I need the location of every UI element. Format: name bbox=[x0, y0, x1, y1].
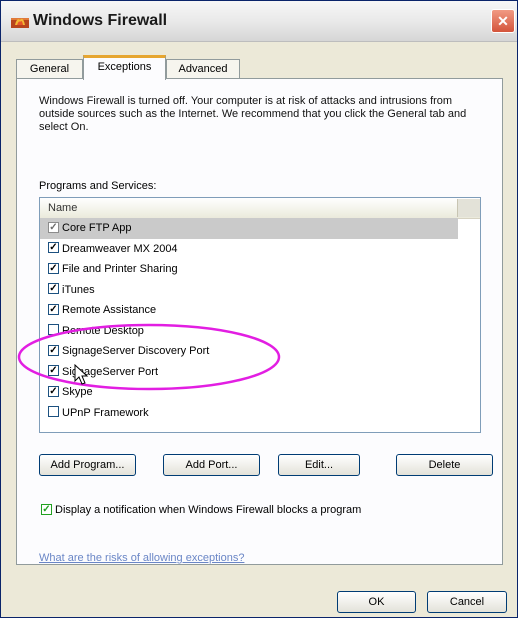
item-label: Remote Assistance bbox=[62, 304, 157, 317]
item-checkbox[interactable]: ✓ bbox=[48, 344, 59, 356]
list-rows: ✓ Core FTP App ✓ Dreamweaver MX 2004 ✓ File a… bbox=[40, 218, 480, 423]
close-button[interactable]: ✕ bbox=[491, 9, 515, 33]
windows-firewall-dialog: Windows Firewall ✕ General Exceptions Ad… bbox=[0, 0, 518, 618]
window-title: Windows Firewall bbox=[33, 12, 168, 29]
notify-label: Display a notification when Windows Fire… bbox=[55, 504, 362, 516]
close-icon: ✕ bbox=[497, 13, 509, 29]
item-label: Core FTP App bbox=[62, 222, 132, 235]
item-checkbox[interactable]: ✓ bbox=[48, 385, 59, 397]
list-item[interactable]: ✓ SignageServer Port bbox=[40, 362, 480, 383]
list-action-buttons: Add Program... Add Port... Edit... Delet… bbox=[39, 454, 493, 476]
list-item[interactable]: ✓ Dreamweaver MX 2004 bbox=[40, 239, 480, 260]
header-spacer bbox=[457, 199, 480, 217]
exceptions-panel: Windows Firewall is turned off. Your com… bbox=[16, 78, 503, 565]
notify-checkbox[interactable]: ✓ bbox=[41, 503, 52, 515]
item-label: Skype bbox=[62, 386, 93, 399]
programs-list[interactable]: Name ✓ Core FTP App ✓ Dreamweaver MX 2004 ✓ F… bbox=[39, 197, 481, 433]
firewall-icon bbox=[11, 15, 29, 29]
item-label: Dreamweaver MX 2004 bbox=[62, 242, 178, 255]
item-checkbox[interactable]: ✓ bbox=[48, 303, 59, 315]
tab-advanced[interactable]: Advanced bbox=[166, 59, 240, 79]
tab-general[interactable]: General bbox=[16, 59, 83, 79]
delete-button[interactable]: Delete bbox=[396, 454, 493, 476]
item-checkbox[interactable]: ✓ bbox=[48, 262, 59, 274]
item-label: SignageServer Port bbox=[62, 365, 158, 378]
item-label: Remote Desktop bbox=[62, 324, 144, 337]
list-item[interactable]: ✓ Skype bbox=[40, 382, 480, 403]
list-item[interactable]: ✓ SignageServer Discovery Port bbox=[40, 341, 480, 362]
list-item[interactable]: ✓ iTunes bbox=[40, 280, 480, 301]
item-checkbox[interactable]: ✓ bbox=[48, 221, 59, 233]
item-checkbox[interactable] bbox=[48, 406, 59, 418]
item-checkbox[interactable]: ✓ bbox=[48, 242, 59, 254]
list-item[interactable]: ✓ Remote Assistance bbox=[40, 300, 480, 321]
list-item[interactable]: ✓ Core FTP App bbox=[40, 218, 458, 239]
risks-link[interactable]: What are the risks of allowing exception… bbox=[39, 552, 244, 564]
title-bar[interactable]: Windows Firewall ✕ bbox=[1, 1, 517, 42]
item-checkbox[interactable] bbox=[48, 324, 59, 336]
programs-and-services-label: Programs and Services: bbox=[39, 180, 157, 192]
column-header-name[interactable]: Name bbox=[40, 198, 478, 218]
tab-exceptions[interactable]: Exceptions bbox=[83, 55, 166, 80]
edit-button[interactable]: Edit... bbox=[278, 454, 360, 476]
item-label: UPnP Framework bbox=[62, 406, 149, 419]
ok-button[interactable]: OK bbox=[337, 591, 416, 613]
list-item[interactable]: UPnP Framework bbox=[40, 403, 480, 424]
item-checkbox[interactable]: ✓ bbox=[48, 283, 59, 295]
item-checkbox[interactable]: ✓ bbox=[48, 365, 59, 377]
add-port-button[interactable]: Add Port... bbox=[163, 454, 260, 476]
list-item[interactable]: Remote Desktop bbox=[40, 321, 480, 342]
item-label: SignageServer Discovery Port bbox=[62, 345, 210, 358]
notification-option[interactable]: ✓ Display a notification when Windows Fir… bbox=[41, 503, 362, 516]
firewall-off-warning: Windows Firewall is turned off. Your com… bbox=[39, 95, 467, 133]
item-label: iTunes bbox=[62, 283, 95, 296]
add-program-button[interactable]: Add Program... bbox=[39, 454, 136, 476]
item-label: File and Printer Sharing bbox=[62, 263, 178, 276]
list-header: Name bbox=[40, 198, 480, 219]
cancel-button[interactable]: Cancel bbox=[427, 591, 507, 613]
list-item[interactable]: ✓ File and Printer Sharing bbox=[40, 259, 480, 280]
